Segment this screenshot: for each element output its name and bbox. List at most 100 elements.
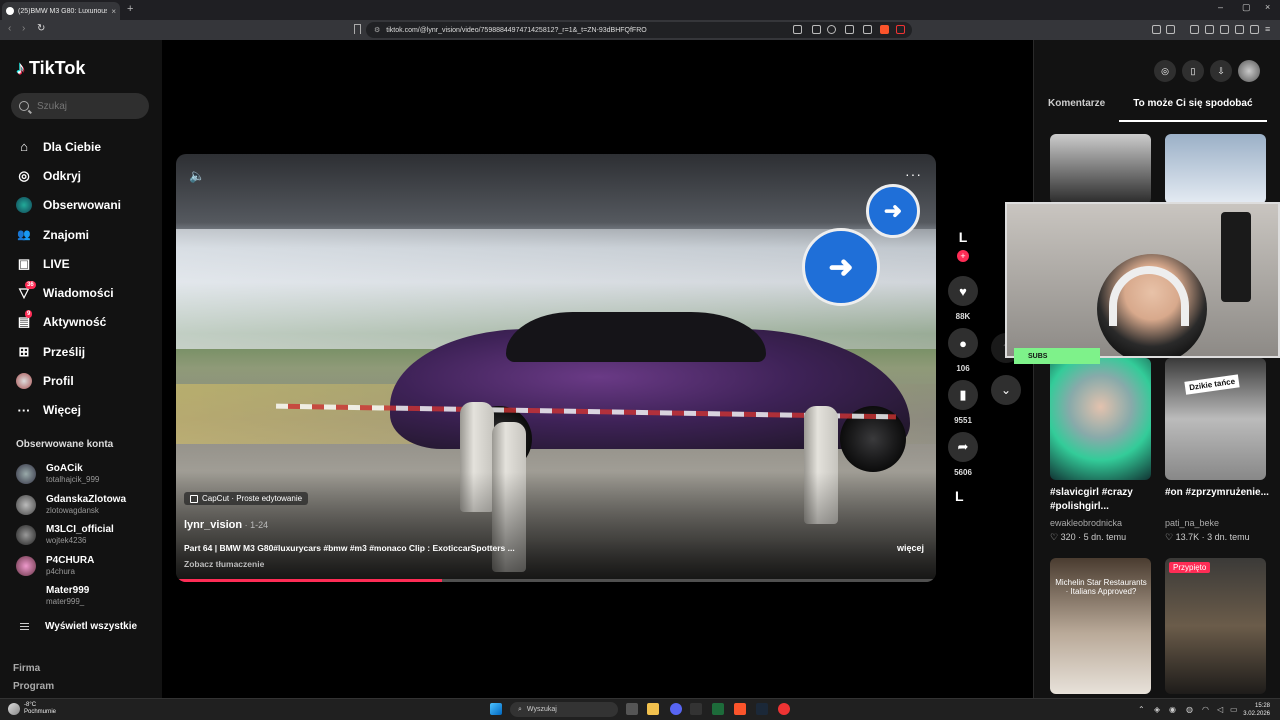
video-username[interactable]: ewakleobrodnicka [1050, 518, 1122, 528]
compass-icon[interactable]: ◎ [1154, 60, 1176, 82]
tab-recommended[interactable]: To może Ci się spodobać [1119, 96, 1267, 122]
video-username[interactable]: pati_na_beke [1165, 518, 1219, 528]
show-all-button[interactable]: Wyświetl wszystkie [20, 621, 137, 632]
download-icon[interactable]: ⇩ [1210, 60, 1232, 82]
speaker-icon[interactable]: ◁ [1217, 705, 1223, 714]
recommended-video[interactable]: Przypięto [1165, 558, 1266, 694]
share-action[interactable]: ➦ 5606 [948, 432, 978, 477]
cast-icon[interactable] [845, 25, 854, 34]
battery-icon[interactable]: ▭ [1230, 705, 1238, 714]
next-video-button[interactable]: ⌄ [991, 375, 1021, 405]
extension-icon[interactable] [1166, 25, 1175, 34]
steam-icon[interactable] [756, 703, 768, 715]
app-icon[interactable] [712, 703, 724, 715]
save-action[interactable]: ▮ 9551 [948, 380, 978, 425]
bookmark-icon[interactable] [354, 24, 361, 34]
app-icon[interactable] [778, 703, 790, 715]
more-options-icon[interactable]: ··· [905, 166, 922, 182]
nav-item-live[interactable]: ▣ LIVE [16, 249, 121, 278]
discord-icon[interactable] [670, 703, 682, 715]
menu-icon[interactable]: ≡ [1265, 25, 1274, 34]
video-caption[interactable]: #slavicgirl #crazy #polishgirl... [1050, 486, 1155, 514]
nav-item-friends[interactable]: 👥 Znajomi [16, 220, 121, 249]
followed-account[interactable]: P4CHURA p4chura [16, 552, 156, 580]
nav-item-following[interactable]: ● Obserwowani [16, 191, 121, 220]
sidebar-toggle-icon[interactable] [1205, 25, 1214, 34]
follow-plus-button[interactable]: + [957, 250, 969, 262]
maximize-button[interactable]: ▢ [1242, 2, 1251, 13]
comment-icon[interactable]: ● [948, 328, 978, 358]
wifi-icon[interactable]: ◠ [1202, 705, 1209, 714]
followed-account[interactable]: GdanskaZlotowa zlotowagdansk [16, 491, 156, 519]
wallet-icon[interactable] [1250, 25, 1259, 34]
tray-icon[interactable]: ◍ [1186, 705, 1193, 714]
tray-chevron-icon[interactable]: ⌃ [1138, 705, 1145, 714]
close-window-button[interactable]: × [1265, 2, 1270, 12]
avatar[interactable] [1238, 60, 1260, 82]
extension-icon[interactable] [1152, 25, 1161, 34]
taskbar-search[interactable]: ⌕ Wyszukaj [510, 702, 618, 717]
nav-item-explore[interactable]: ◎ Odkryj [16, 161, 121, 190]
search-input[interactable] [37, 100, 137, 112]
nav-item-messages[interactable]: ▽ 36 Wiadomości [16, 278, 121, 307]
minimize-button[interactable]: – [1218, 2, 1223, 12]
video-progress-bar[interactable] [176, 579, 936, 582]
brave-shield-icon[interactable] [880, 25, 889, 34]
recommended-video[interactable]: Dzikie tańce [1165, 358, 1266, 480]
phone-icon[interactable]: ▯ [1182, 60, 1204, 82]
recommended-video[interactable] [1050, 134, 1151, 204]
windows-start-icon[interactable] [490, 703, 502, 715]
volume-icon[interactable]: 🔈 [189, 168, 205, 184]
video-caption[interactable]: #on #zprzymrużenie... [1165, 486, 1270, 500]
tray-icon[interactable]: ◉ [1169, 705, 1176, 714]
brave-browser-icon[interactable] [734, 703, 746, 715]
video-author[interactable]: lynr_vision · 1-24 [184, 519, 268, 531]
followed-account[interactable]: M3LCI_official wojtek4236 [16, 521, 156, 549]
footer-link-program[interactable]: Program [13, 681, 54, 692]
music-icon[interactable] [1190, 25, 1199, 34]
comment-action[interactable]: ● 106 [948, 328, 978, 373]
nav-item-activity[interactable]: ▤ 9 Aktywność [16, 308, 121, 337]
followed-account[interactable]: Mater999 mater999_ [16, 582, 156, 610]
see-translation-link[interactable]: Zobacz tłumaczenie [184, 559, 264, 569]
share-icon[interactable] [863, 25, 872, 34]
reload-icon[interactable]: ↻ [37, 23, 45, 34]
bookmark-icon[interactable]: ▮ [948, 380, 978, 410]
tiktok-logo[interactable]: ♪ TikTok [16, 58, 85, 79]
search-box[interactable] [11, 93, 149, 119]
heart-icon[interactable]: ♥ [948, 276, 978, 306]
forward-icon[interactable]: › [22, 23, 25, 34]
brave-rewards-icon[interactable] [896, 25, 905, 34]
weather-widget[interactable]: -8°C Pochmurnie [8, 702, 56, 716]
recommended-video[interactable] [1165, 134, 1266, 204]
nav-item-upload[interactable]: ⊞ Prześlij [16, 337, 121, 366]
back-icon[interactable]: ‹ [8, 23, 11, 34]
file-explorer-icon[interactable] [647, 703, 659, 715]
video-player[interactable]: ➜ ➜ 🔈 ··· CapCut · Proste edytowanie lyn… [176, 154, 936, 582]
system-clock[interactable]: 15:28 3.02.2026 [1243, 702, 1270, 718]
tab-comments[interactable]: Komentarze [1034, 96, 1119, 122]
footer-link-company[interactable]: Firma [13, 663, 40, 674]
site-info-icon[interactable]: ⚙ [374, 26, 380, 34]
nav-item-for-you[interactable]: ⌂ Dla Ciebie [16, 132, 121, 161]
app-icon[interactable] [690, 703, 702, 715]
tab-close-icon[interactable]: × [111, 7, 116, 16]
like-action[interactable]: ♥ 88K [948, 276, 978, 321]
translate-icon[interactable] [793, 25, 802, 34]
music-disc-icon[interactable]: L [955, 488, 964, 504]
task-view-icon[interactable] [626, 703, 638, 715]
browser-tab[interactable]: (25)BMW M3 G80: Luxurious × [2, 2, 120, 20]
capcut-label[interactable]: CapCut · Proste edytowanie [184, 492, 309, 505]
more-button[interactable]: więcej [897, 543, 924, 553]
zoom-icon[interactable] [827, 25, 836, 34]
new-tab-button[interactable]: + [127, 3, 133, 15]
tray-icon[interactable]: ◈ [1154, 705, 1160, 714]
creator-avatar[interactable]: L [952, 229, 974, 251]
followed-account[interactable]: GoACik totalhajcik_999 [16, 460, 156, 488]
nav-item-profile[interactable]: ● Profil [16, 366, 121, 395]
nav-item-more[interactable]: ··· Więcej [16, 396, 121, 425]
recommended-video[interactable] [1050, 358, 1151, 480]
share-arrow-icon[interactable]: ➦ [948, 432, 978, 462]
extensions-icon[interactable] [1220, 25, 1229, 34]
recommended-video[interactable]: Michelin Star Restaurants · Italians App… [1050, 558, 1151, 694]
